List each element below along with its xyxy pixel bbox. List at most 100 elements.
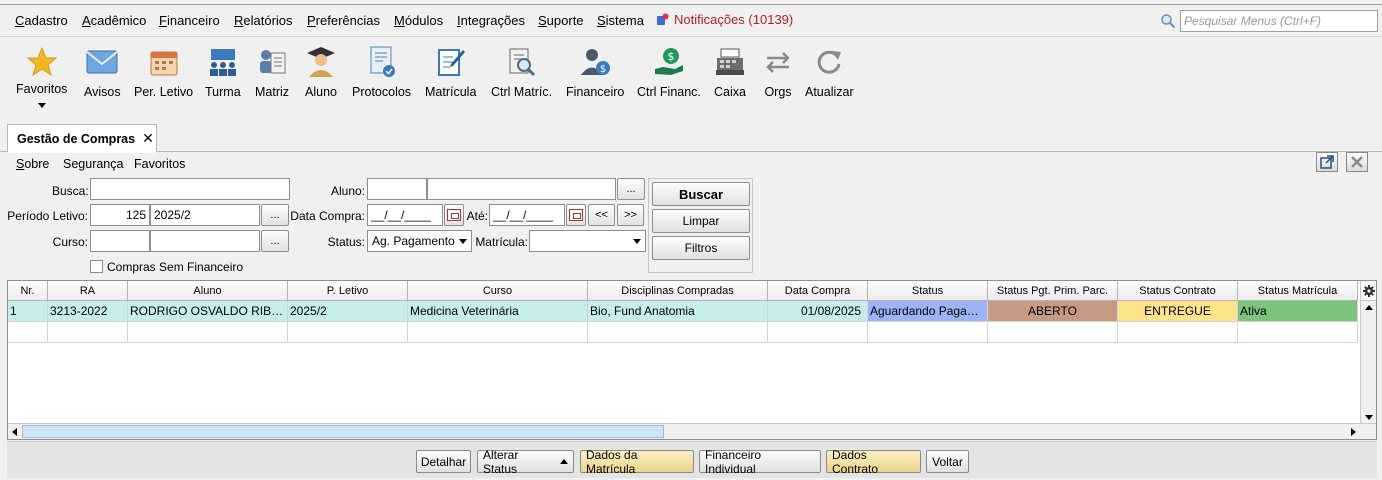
menu-cadastro[interactable]: Cadastro	[15, 13, 68, 28]
scroll-down-arrow-icon[interactable]	[1365, 415, 1373, 420]
menu-relatorios[interactable]: Relatórios	[234, 13, 293, 28]
toolbar-caixa[interactable]: Caixa	[713, 45, 747, 99]
curso-name-input[interactable]	[150, 230, 260, 252]
column-header-data-compra[interactable]: Data Compra	[768, 281, 868, 301]
toolbar-aluno[interactable]: Aluno	[304, 45, 338, 99]
aluno-lookup-button[interactable]: ...	[617, 178, 645, 200]
curso-lookup-button[interactable]: ...	[261, 230, 289, 252]
column-header-ra[interactable]: RA	[48, 281, 128, 301]
toolbar-atualizar-label: Atualizar	[805, 85, 854, 99]
notifications-link[interactable]: Notificações (10139)	[656, 12, 793, 27]
vertical-scrollbar[interactable]	[1360, 281, 1376, 424]
submenu-sobre[interactable]: Sobre	[16, 157, 49, 171]
detalhar-button[interactable]: Detalhar	[416, 450, 471, 473]
bottom-action-bar: Detalhar Alterar Status Dados da Matrícu…	[7, 441, 1377, 478]
graduate-icon	[304, 45, 338, 79]
chevron-up-icon	[560, 459, 568, 464]
financeiro-individual-button[interactable]: Financeiro Individual	[699, 448, 821, 476]
column-header-disciplinas[interactable]: Disciplinas Compradas	[588, 281, 768, 301]
toolbar-financeiro[interactable]: $ Financeiro	[566, 45, 624, 99]
menu-sistema[interactable]: Sistema	[597, 13, 644, 28]
cell-ra: 3213-2022	[48, 301, 128, 322]
cell-disciplinas: Bio, Fund Anatomia	[588, 301, 768, 322]
toolbar-avisos-label: Avisos	[84, 85, 121, 99]
data-compra-inicio-input[interactable]	[367, 204, 443, 226]
column-header-status-contrato[interactable]: Status Contrato	[1118, 281, 1238, 301]
submenu-favoritos[interactable]: Favoritos	[134, 157, 185, 171]
toolbar-favoritos[interactable]: Favoritos	[16, 45, 67, 108]
aluno-name-input[interactable]	[427, 178, 616, 200]
tab-gestao-de-compras[interactable]: Gestão de Compras ✕	[7, 124, 157, 153]
toolbar-atualizar[interactable]: Atualizar	[805, 45, 854, 99]
column-header-aluno[interactable]: Aluno	[128, 281, 288, 301]
horizontal-scrollbar[interactable]	[8, 423, 1376, 439]
menu-financeiro-label: inanceiro	[166, 13, 220, 28]
dados-matricula-button[interactable]: Dados da Matrícula	[580, 448, 694, 476]
column-header-status-pgt[interactable]: Status Pgt. Prim. Parc.	[988, 281, 1118, 301]
toolbar-matriz[interactable]: Matriz	[255, 45, 289, 99]
data-compra-inicio-calendar-button[interactable]	[444, 204, 464, 226]
scroll-up-arrow-icon[interactable]	[1365, 305, 1373, 310]
busca-input[interactable]	[90, 178, 290, 200]
previous-period-button[interactable]: <<	[588, 204, 615, 226]
alterar-status-button[interactable]: Alterar Status	[477, 448, 574, 476]
menu-integracoes[interactable]: Integrações	[457, 13, 525, 28]
toolbar-matricula[interactable]: Matrícula	[425, 45, 476, 99]
curso-code-input[interactable]	[90, 230, 150, 252]
column-header-p-letivo[interactable]: P. Letivo	[288, 281, 408, 301]
toolbar-turma[interactable]: Turma	[205, 45, 241, 99]
column-header-nr[interactable]: Nr.	[8, 281, 48, 301]
periodo-lookup-button[interactable]: ...	[261, 204, 289, 226]
menu-modulos[interactable]: Módulos	[394, 13, 443, 28]
busca-label: Busca:	[52, 184, 89, 198]
table-row[interactable]: 1 3213-2022 RODRIGO OSVALDO RIBEIRO 2025…	[8, 301, 1358, 322]
horizontal-scroll-thumb[interactable]	[22, 425, 664, 438]
dados-contrato-button[interactable]: Dados Contrato	[826, 448, 921, 476]
status-select[interactable]: Ag. Pagamento	[367, 230, 472, 252]
calendar-small-icon	[569, 209, 583, 221]
enrollment-edit-icon	[434, 45, 468, 79]
menu-suporte[interactable]: Suporte	[538, 13, 584, 28]
close-window-button[interactable]	[1346, 152, 1368, 172]
column-header-status-matricula[interactable]: Status Matrícula	[1238, 281, 1358, 301]
toolbar-protocolos[interactable]: Protocolos	[352, 45, 411, 99]
buscar-button[interactable]: Buscar	[652, 182, 750, 206]
external-window-icon	[1320, 155, 1334, 169]
data-compra-fim-input[interactable]	[489, 204, 565, 226]
submenu-seguranca[interactable]: Segurança	[63, 157, 123, 171]
aluno-code-input[interactable]	[367, 178, 427, 200]
cell-status-pgt: ABERTO	[988, 301, 1118, 322]
column-header-curso[interactable]: Curso	[408, 281, 588, 301]
voltar-button[interactable]: Voltar	[926, 450, 969, 473]
filtros-button[interactable]: Filtros	[652, 236, 750, 260]
periodo-code-input[interactable]	[90, 204, 150, 226]
scroll-left-arrow-icon[interactable]	[12, 428, 17, 436]
next-period-button[interactable]: >>	[617, 204, 644, 226]
compras-sem-financeiro-label: Compras Sem Financeiro	[107, 260, 244, 274]
toolbar-caixa-label: Caixa	[714, 85, 746, 99]
toolbar-avisos[interactable]: Avisos	[84, 45, 121, 99]
search-icon	[1161, 14, 1176, 29]
column-header-status[interactable]: Status	[868, 281, 988, 301]
menu-preferencias[interactable]: Preferências	[307, 13, 380, 28]
refresh-icon	[812, 45, 846, 79]
menu-integracoes-label: ntegrações	[460, 13, 525, 28]
menu-sistema-label: istema	[605, 13, 644, 28]
limpar-button[interactable]: Limpar	[652, 209, 750, 233]
detach-window-button[interactable]	[1316, 152, 1338, 172]
compras-sem-financeiro-checkbox[interactable]	[90, 260, 103, 273]
toolbar-ctrl-matric[interactable]: Ctrl Matríc.	[491, 45, 552, 99]
scroll-right-arrow-icon[interactable]	[1351, 428, 1356, 436]
menu-bar: Cadastro Acadêmico Financeiro Relatórios…	[0, 4, 1382, 36]
close-icon[interactable]: ✕	[142, 130, 154, 147]
search-menus-input[interactable]	[1180, 10, 1378, 32]
matricula-select[interactable]	[529, 230, 646, 252]
toolbar-orgs[interactable]: Orgs	[761, 45, 795, 99]
menu-financeiro[interactable]: Financeiro	[159, 13, 220, 28]
periodo-value-input[interactable]	[150, 204, 260, 226]
toolbar-per-letivo[interactable]: Per. Letivo	[134, 45, 193, 99]
column-settings-gear-icon[interactable]	[1361, 281, 1376, 301]
data-compra-fim-calendar-button[interactable]	[566, 204, 586, 226]
toolbar-ctrl-financ[interactable]: $ Ctrl Financ.	[637, 45, 701, 99]
menu-academico[interactable]: Acadêmico	[82, 13, 146, 28]
